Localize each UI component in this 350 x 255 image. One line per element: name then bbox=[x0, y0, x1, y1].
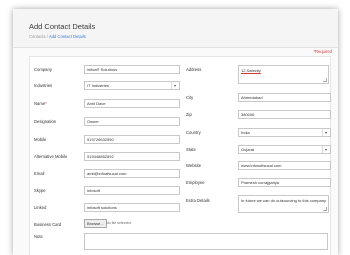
alternative-mobile-input[interactable]: 919448852592 bbox=[84, 152, 180, 161]
mobile-label: Mobile bbox=[34, 137, 47, 142]
country-label: Country bbox=[186, 130, 201, 135]
note-label: Note bbox=[34, 234, 43, 239]
browse-button[interactable]: Browse... bbox=[84, 219, 107, 228]
country-select-value: India bbox=[241, 130, 250, 135]
note-textarea[interactable] bbox=[84, 233, 328, 250]
state-label: State bbox=[186, 147, 196, 152]
contact-form-panel: Company inifoa® Solutions Industries IT … bbox=[29, 56, 331, 255]
name-input[interactable]: Amit Dave bbox=[84, 99, 180, 108]
designation-input[interactable]: Owner bbox=[84, 117, 180, 126]
skype-label: Skype bbox=[34, 188, 46, 193]
breadcrumb: Contacts / Add Contact Details bbox=[29, 34, 86, 39]
page-header: Add Contact Details Contacts / Add Conta… bbox=[13, 9, 338, 48]
resize-handle-icon[interactable] bbox=[323, 78, 327, 82]
industries-label: Industries bbox=[34, 83, 53, 88]
chevron-down-icon: ▾ bbox=[171, 82, 178, 89]
state-select-value: Gujarat bbox=[241, 147, 255, 152]
required-note: *Required bbox=[313, 49, 332, 54]
email-label: Email bbox=[34, 171, 45, 176]
city-label: City bbox=[186, 95, 194, 100]
file-status: No file selected. bbox=[106, 221, 132, 225]
state-select[interactable]: Gujarat ▾ bbox=[238, 145, 331, 154]
alternative-mobile-label: Alternative Mobile bbox=[34, 154, 68, 159]
extra-details-label: Extra Details bbox=[186, 198, 210, 203]
city-input[interactable]: Ahmedabad bbox=[238, 93, 331, 102]
name-label: Name* bbox=[34, 101, 47, 106]
website-label: Website bbox=[186, 163, 202, 168]
industries-select[interactable]: IT Industries ▾ bbox=[84, 81, 180, 90]
extra-details-textarea[interactable]: In future we can do outsourcing to this … bbox=[238, 195, 329, 213]
business-card-label: Business Card bbox=[34, 222, 62, 227]
industries-select-value: IT Industries bbox=[87, 83, 109, 88]
skype-input[interactable]: infosoft bbox=[84, 186, 180, 195]
extra-details-value: In future we can do outsourcing to this … bbox=[241, 198, 326, 203]
breadcrumb-home[interactable]: Contacts bbox=[29, 34, 46, 39]
country-select[interactable]: India ▾ bbox=[238, 128, 331, 137]
breadcrumb-separator: / bbox=[46, 34, 48, 39]
linked-label: Linked bbox=[34, 205, 47, 210]
chevron-down-icon: ▾ bbox=[322, 146, 329, 153]
employee-label: Employee bbox=[186, 180, 205, 185]
mobile-input[interactable]: 919726632550 bbox=[84, 135, 180, 144]
chevron-down-icon: ▾ bbox=[322, 129, 329, 136]
zip-input[interactable]: 380006 bbox=[238, 110, 331, 119]
address-textarea[interactable]: 12,Satecity bbox=[238, 65, 329, 84]
address-value: 12,Satecity bbox=[241, 68, 261, 73]
page-title: Add Contact Details bbox=[29, 22, 96, 31]
company-input[interactable]: inifoa® Solutions bbox=[84, 65, 180, 74]
address-label: Address bbox=[186, 67, 202, 72]
linked-input[interactable]: infosoft solutions bbox=[84, 203, 180, 212]
resize-handle-icon[interactable] bbox=[323, 207, 327, 211]
designation-label: Designation bbox=[34, 119, 57, 124]
name-label-text: Name bbox=[34, 101, 46, 106]
breadcrumb-current[interactable]: Add Contact Details bbox=[49, 34, 86, 39]
website-input[interactable]: www.infosoftsucal.com bbox=[238, 161, 331, 170]
company-label: Company bbox=[34, 67, 52, 72]
zip-label: Zip bbox=[186, 112, 192, 117]
required-star: * bbox=[45, 101, 47, 106]
form-window: Add Contact Details Contacts / Add Conta… bbox=[13, 9, 338, 255]
employee-input[interactable]: Pramesh currajgariya bbox=[238, 178, 331, 187]
email-input[interactable]: amit@infoafsucal.com bbox=[84, 169, 180, 178]
